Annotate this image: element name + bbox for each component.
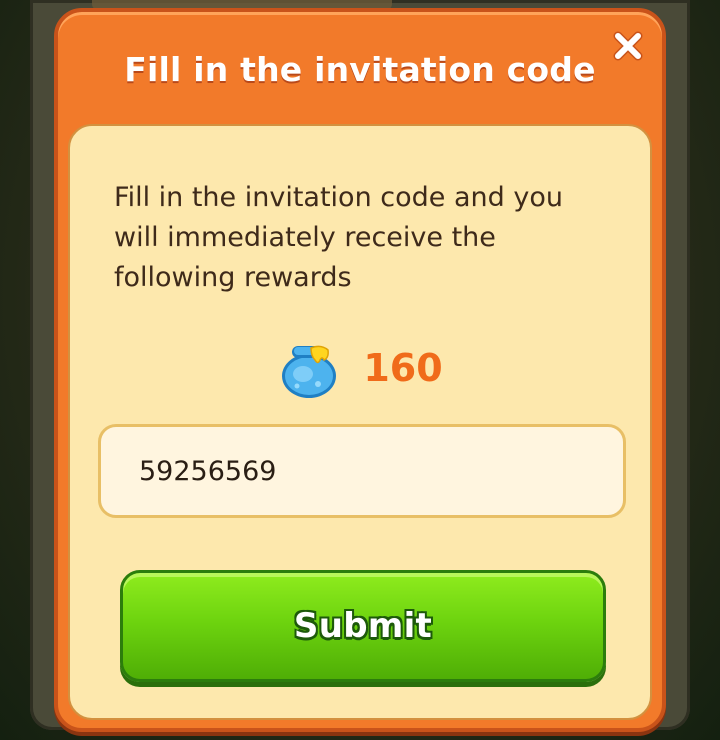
- invitation-code-dialog: Fill in the invitation code Fill in the …: [54, 8, 666, 732]
- close-button[interactable]: [608, 26, 648, 66]
- reward-row: 160: [70, 336, 650, 400]
- reward-description: Fill in the invitation code and you will…: [114, 182, 563, 293]
- dialog-content-panel: Fill in the invitation code and you will…: [68, 124, 652, 720]
- dialog-title: Fill in the invitation code: [124, 50, 596, 89]
- invitation-code-input[interactable]: [98, 424, 626, 518]
- reward-amount: 160: [363, 346, 443, 390]
- submit-button[interactable]: Submit: [120, 570, 606, 682]
- honey-pot-icon: [282, 345, 337, 398]
- close-icon: [613, 31, 643, 61]
- submit-label: Submit: [293, 606, 433, 646]
